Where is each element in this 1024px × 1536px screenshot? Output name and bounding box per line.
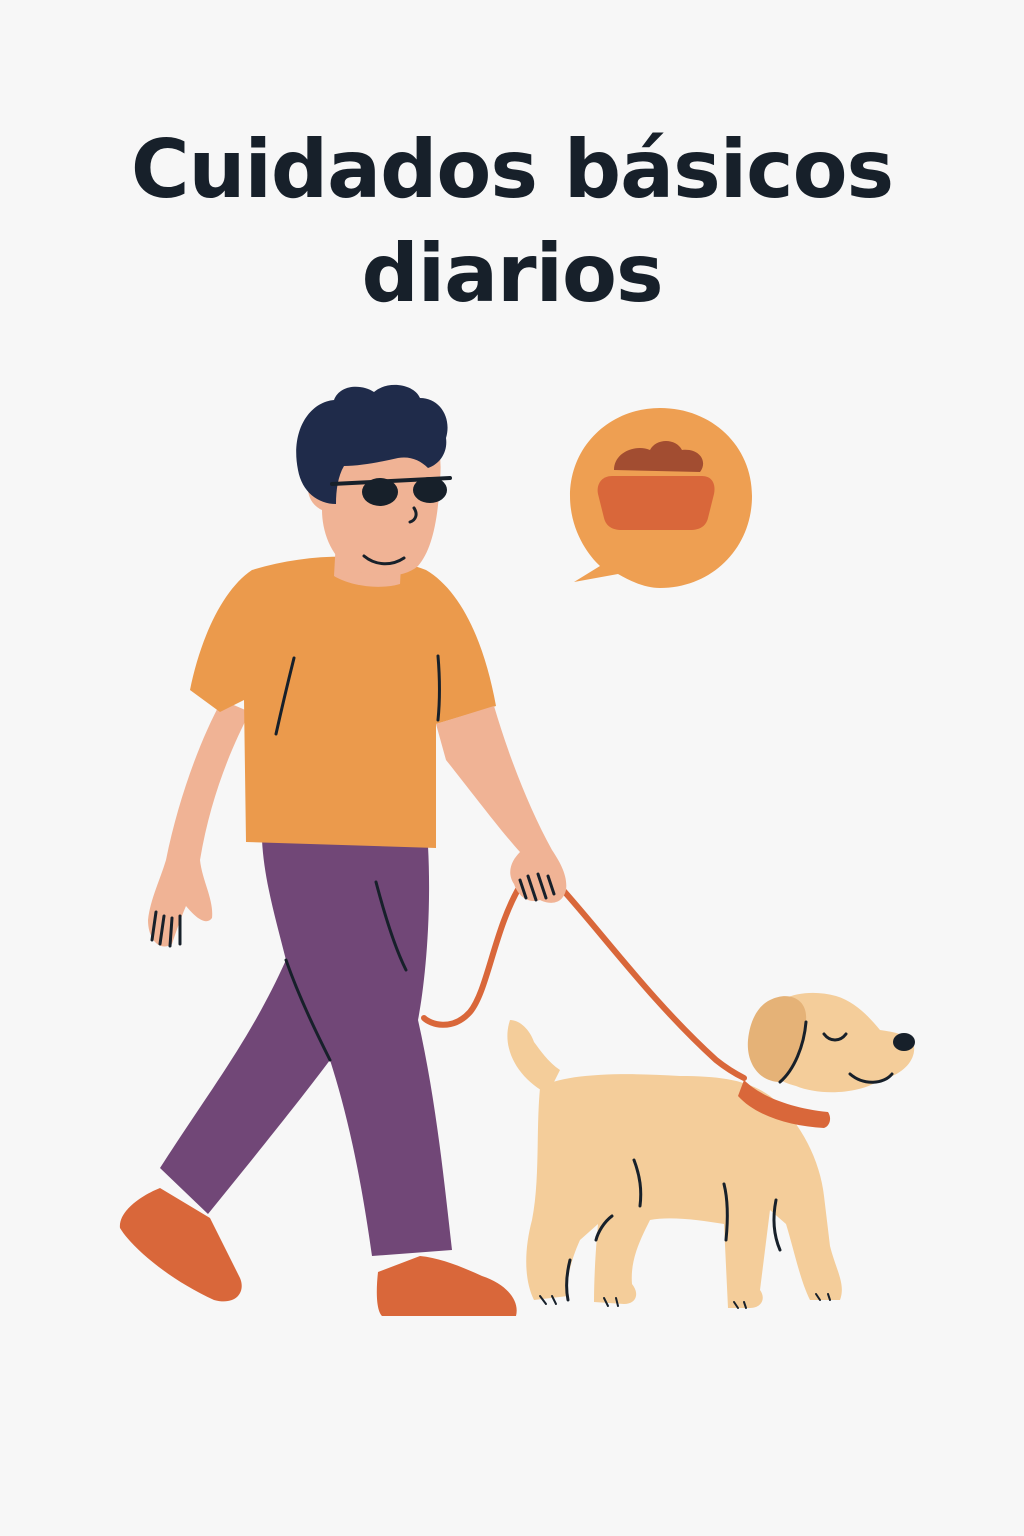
guide-dog <box>507 992 915 1309</box>
leash-to-dog <box>551 877 747 1081</box>
poster: Cuidados básicos diarios <box>0 0 1024 1536</box>
person-walking <box>119 384 567 1316</box>
dog-nose <box>893 1033 915 1051</box>
leash <box>421 883 523 1028</box>
illustration <box>119 384 915 1316</box>
food-bowl-speech-bubble <box>570 408 752 588</box>
